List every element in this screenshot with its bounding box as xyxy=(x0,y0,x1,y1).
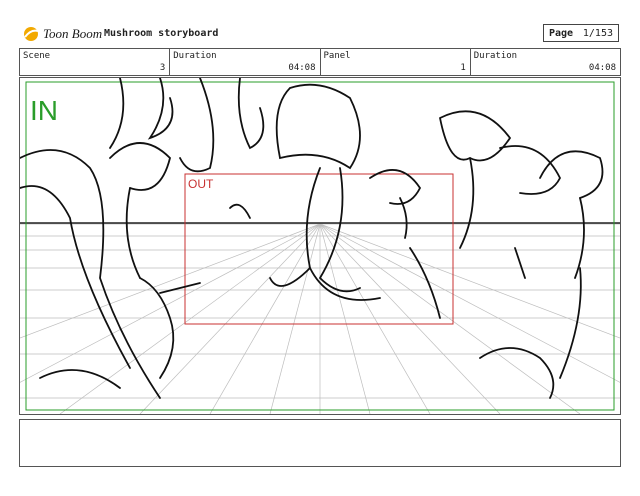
scene-duration-cell: Duration 04:08 xyxy=(170,49,321,75)
brand-name: Toon Boom xyxy=(43,26,103,41)
panel-notes-box xyxy=(19,419,621,467)
out-frame-label: OUT xyxy=(188,177,214,191)
toon-boom-logo: Toon Boom xyxy=(22,24,102,44)
panel-duration-value: 04:08 xyxy=(588,63,616,73)
page-number: 1/153 xyxy=(582,27,613,39)
storyboard-sketch: IN OUT xyxy=(20,78,620,414)
scene-label: Scene xyxy=(23,51,51,61)
storyboard-panel: IN OUT xyxy=(19,77,621,415)
toon-boom-logo-icon xyxy=(24,27,39,41)
panel-duration-cell: Duration 04:08 xyxy=(471,49,620,75)
scene-duration-label: Duration xyxy=(173,51,217,61)
scene-value: 3 xyxy=(159,63,166,73)
page-indicator: Page 1/153 xyxy=(543,24,619,42)
panel-metadata-row: Scene 3 Duration 04:08 Panel 1 Duration … xyxy=(19,48,621,76)
document-title: Mushroom storyboard xyxy=(104,28,219,39)
panel-cell: Panel 1 xyxy=(321,49,471,75)
scene-duration-value: 04:08 xyxy=(288,63,316,73)
panel-duration-label: Duration xyxy=(473,51,518,61)
in-frame-label: IN xyxy=(30,95,58,126)
panel-label: Panel xyxy=(323,51,351,61)
panel-value: 1 xyxy=(460,63,466,73)
scene-cell: Scene 3 xyxy=(20,49,171,75)
page-label: Page xyxy=(549,27,574,39)
